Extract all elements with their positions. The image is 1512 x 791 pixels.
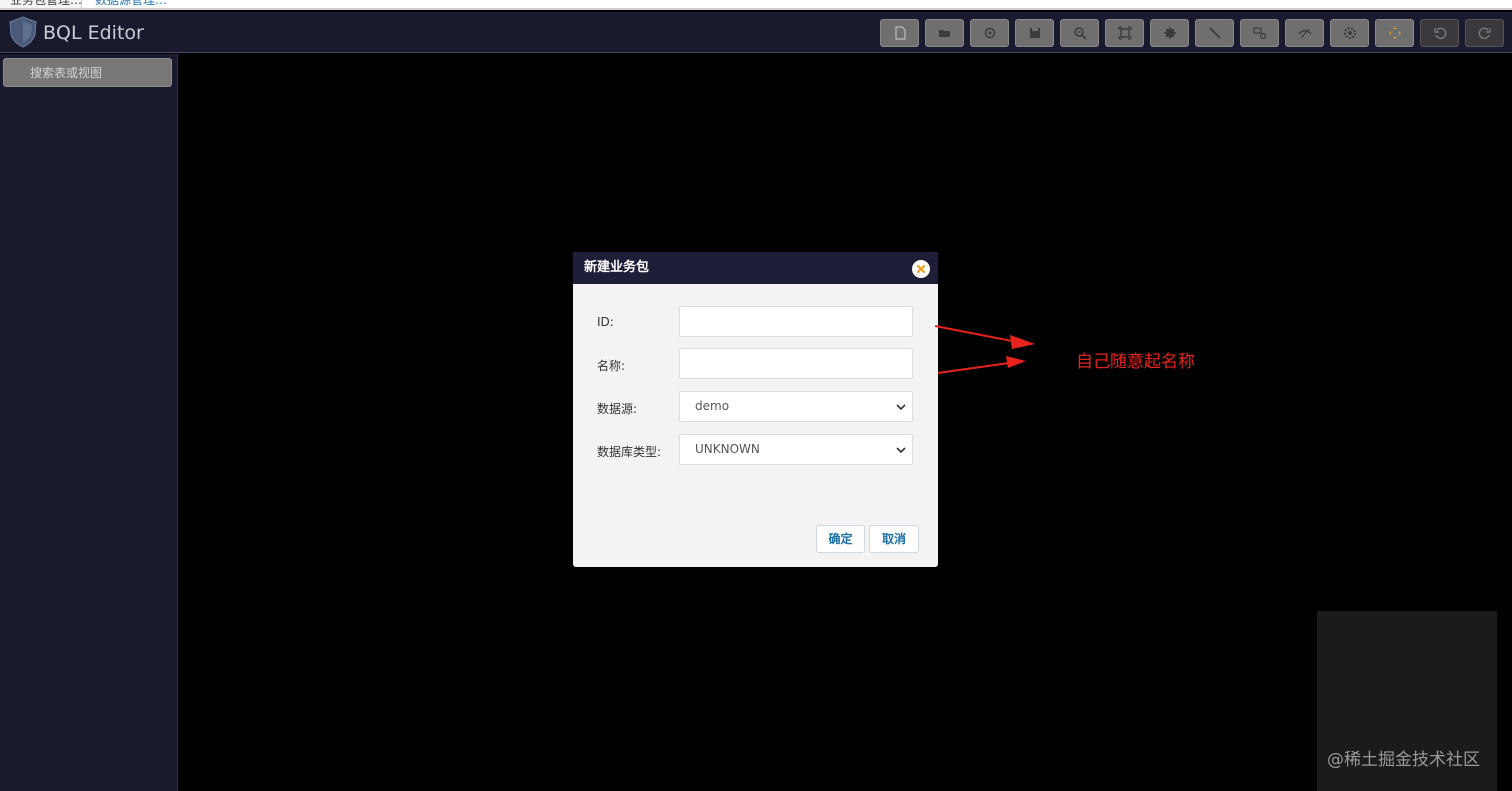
line-tool-button[interactable]	[1195, 19, 1234, 47]
zoom-out-button[interactable]	[1060, 19, 1099, 47]
datasource-select[interactable]: demo	[679, 391, 913, 422]
chevron-down-icon	[896, 447, 906, 454]
save-button[interactable]	[1015, 19, 1054, 47]
shield-logo-icon	[9, 16, 37, 48]
name-label: 名称:	[597, 359, 626, 373]
move-icon	[1388, 27, 1401, 39]
app-header: BQL Editor	[0, 12, 1512, 53]
watermark: @稀土掘金技术社区	[1327, 750, 1480, 770]
datasource-row: 数据源: demo	[573, 391, 938, 423]
name-input[interactable]	[679, 348, 913, 379]
ok-button[interactable]: 确定	[816, 525, 865, 553]
cancel-button[interactable]: 取消	[869, 525, 919, 553]
undo-button[interactable]	[1420, 19, 1459, 47]
relation-button[interactable]	[1240, 19, 1279, 47]
datasource-label: 数据源:	[597, 402, 638, 416]
open-button[interactable]	[925, 19, 964, 47]
redo-button[interactable]	[1465, 19, 1504, 47]
hide-icon	[1297, 28, 1312, 39]
id-input[interactable]	[679, 306, 913, 337]
dbtype-value: UNKNOWN	[695, 442, 760, 456]
fit-screen-icon	[1117, 26, 1132, 40]
open-folder-icon	[938, 30, 950, 37]
new-package-dialog: 新建业务包 ID: 名称: 数据源: demo 数据库类型: UNKNOWN 确…	[573, 252, 938, 567]
close-button[interactable]	[912, 260, 930, 278]
gear-icon	[1343, 27, 1356, 39]
relation-icon	[1252, 27, 1266, 40]
name-row: 名称:	[573, 348, 938, 380]
move-button[interactable]	[1375, 19, 1414, 47]
dialog-title: 新建业务包	[584, 260, 650, 275]
save-icon	[1029, 28, 1040, 38]
settings-button[interactable]	[970, 19, 1009, 47]
tab-datasource[interactable]: 数据源管理…	[95, 0, 167, 8]
tab-business-package[interactable]: 业务包管理…	[0, 0, 82, 8]
new-file-button[interactable]	[880, 19, 919, 47]
search-input[interactable]	[3, 58, 172, 87]
redo-icon	[1478, 27, 1491, 40]
browser-tab-strip: 业务包管理… 数据源管理…	[0, 0, 1512, 10]
dbtype-row: 数据库类型: UNKNOWN	[573, 434, 938, 466]
layout-button[interactable]	[1150, 19, 1189, 47]
line-tool-icon	[1208, 27, 1221, 39]
layout-icon	[1163, 27, 1176, 39]
annotation-arrows	[934, 325, 1035, 374]
datasource-value: demo	[695, 399, 730, 413]
chevron-down-icon	[896, 404, 906, 411]
id-label: ID:	[597, 315, 614, 329]
gear-button[interactable]	[1330, 19, 1369, 47]
id-row: ID:	[573, 306, 938, 338]
settings-icon	[984, 27, 995, 39]
close-icon	[916, 264, 926, 274]
annotation-text: 自己随意起名称	[1076, 352, 1195, 372]
zoom-out-icon	[1073, 27, 1087, 40]
dialog-header: 新建业务包	[573, 252, 938, 284]
new-file-icon	[894, 26, 906, 40]
dbtype-label: 数据库类型:	[597, 445, 662, 459]
app-title: BQL Editor	[43, 22, 144, 44]
undo-icon	[1433, 27, 1446, 40]
hide-button[interactable]	[1285, 19, 1324, 47]
fit-screen-button[interactable]	[1105, 19, 1144, 47]
dbtype-select[interactable]: UNKNOWN	[679, 434, 913, 465]
sidebar	[0, 54, 178, 791]
